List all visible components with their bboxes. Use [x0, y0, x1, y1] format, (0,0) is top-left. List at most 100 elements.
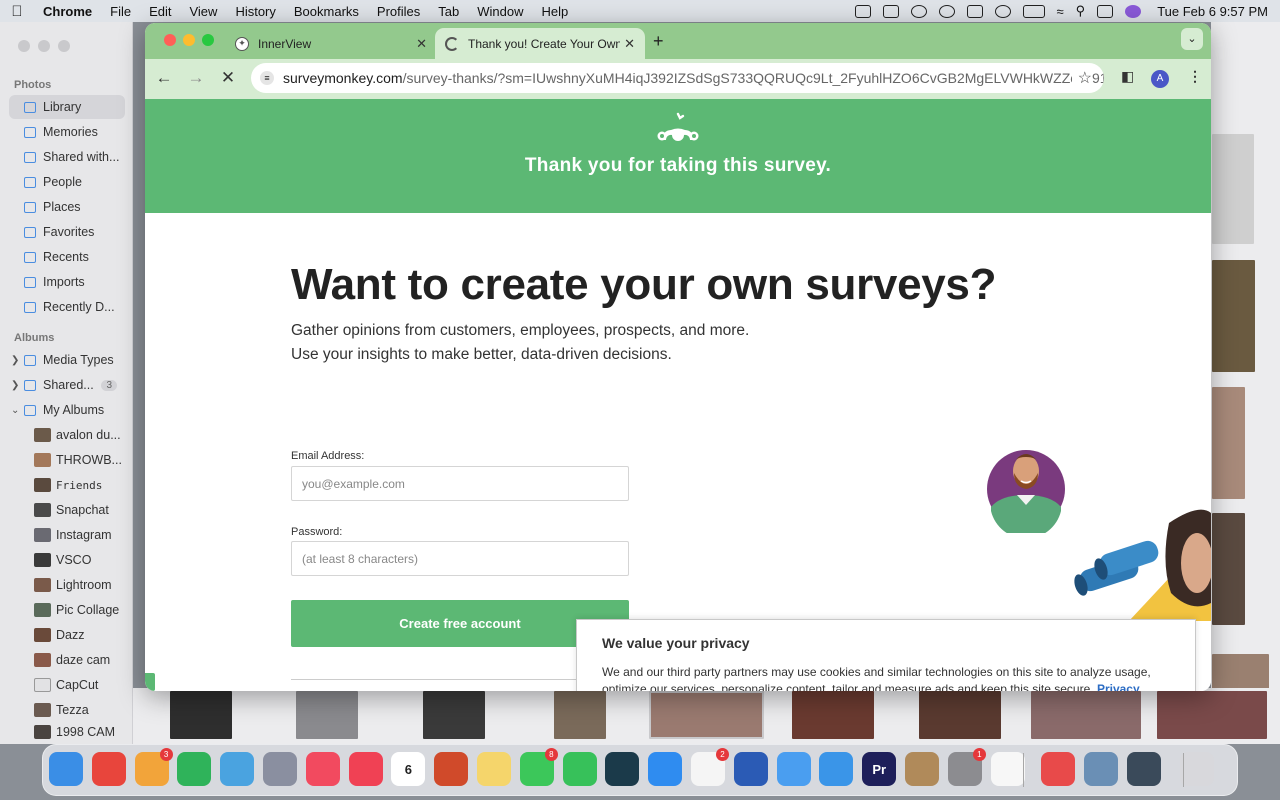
chrome-menu-icon[interactable]: ⋮: [1188, 68, 1202, 85]
powerpoint-dock-icon[interactable]: [434, 752, 469, 786]
safari-dock-icon[interactable]: [819, 752, 854, 786]
menu-profiles[interactable]: Profiles: [368, 4, 429, 19]
album-group-shared[interactable]: ❯ Shared... 3: [0, 373, 133, 397]
news-dock-icon[interactable]: [348, 752, 383, 786]
trash-dock-icon[interactable]: [1179, 752, 1214, 786]
album-item[interactable]: daze cam: [0, 648, 133, 672]
album-item[interactable]: Tezza: [0, 698, 133, 722]
close-tab-icon[interactable]: ✕: [620, 36, 635, 52]
photos-dock-icon[interactable]: 3: [134, 748, 173, 786]
photo-thumbnail[interactable]: [1157, 691, 1267, 739]
reminders-dock-icon[interactable]: 2: [691, 748, 729, 786]
album-group-my-albums[interactable]: ⌄ My Albums: [0, 398, 133, 422]
menu-view[interactable]: View: [180, 4, 226, 19]
zoom-window-icon[interactable]: [202, 34, 214, 46]
sidebar-item-people[interactable]: People: [0, 170, 133, 194]
photo-thumbnail[interactable]: [1031, 691, 1141, 739]
numbers-dock-icon[interactable]: [177, 752, 212, 786]
apple-menu-icon[interactable]: : [0, 3, 34, 20]
tab-surveymonkey[interactable]: Thank you! Create Your Own ✕: [435, 28, 645, 59]
album-item[interactable]: Friends: [0, 473, 133, 497]
menu-help[interactable]: Help: [533, 4, 578, 19]
screen-icon[interactable]: [966, 4, 983, 18]
sidebar-item-favorites[interactable]: Favorites: [0, 220, 133, 244]
notes-dock-icon[interactable]: [477, 752, 511, 786]
photo-thumbnail-selected[interactable]: [649, 691, 764, 739]
menu-bookmarks[interactable]: Bookmarks: [285, 4, 368, 19]
facetime-dock-icon[interactable]: [562, 752, 597, 786]
photo-thumbnail[interactable]: [1212, 513, 1245, 625]
user-status-icon[interactable]: [994, 4, 1011, 18]
sidebar-item-shared[interactable]: Shared with...: [0, 145, 133, 169]
sidebar-item-recently-deleted[interactable]: Recently D...: [0, 295, 133, 319]
sidebar-item-recents[interactable]: Recents: [0, 245, 133, 269]
preview-dock-icon[interactable]: [1084, 752, 1119, 786]
grammarly-icon[interactable]: [910, 4, 927, 18]
photo-thumbnail[interactable]: [296, 691, 358, 739]
side-panel-icon[interactable]: ◧: [1121, 68, 1134, 85]
messages-dock-icon[interactable]: 8: [519, 748, 558, 786]
password-field[interactable]: [291, 541, 629, 576]
close-icon[interactable]: [18, 40, 30, 52]
sidebar-item-memories[interactable]: Memories: [0, 120, 133, 144]
sidebar-item-library[interactable]: Library: [9, 95, 125, 119]
word-dock-icon[interactable]: [733, 752, 768, 786]
album-item[interactable]: 1998 CAM: [0, 720, 133, 744]
system-settings-dock-icon[interactable]: 1: [947, 748, 986, 786]
tab-innerview[interactable]: ✦ InnerView ✕: [225, 28, 437, 59]
finder-dock-icon[interactable]: [49, 752, 83, 786]
dashlane-dock-icon[interactable]: [605, 752, 640, 786]
creative-cloud-status-icon[interactable]: [938, 4, 955, 18]
bookmark-star-icon[interactable]: ☆: [1071, 68, 1092, 88]
music-dock-icon[interactable]: [305, 752, 340, 786]
photo-thumbnail[interactable]: [1212, 260, 1255, 372]
album-item[interactable]: Pic Collage: [0, 598, 133, 622]
photo-thumbnail[interactable]: [1212, 134, 1254, 244]
launchpad-dock-icon[interactable]: [263, 752, 297, 786]
menu-tab[interactable]: Tab: [429, 4, 468, 19]
menu-file[interactable]: File: [101, 4, 140, 19]
sidebar-item-imports[interactable]: Imports: [0, 270, 133, 294]
zoom-icon[interactable]: [58, 40, 70, 52]
new-tab-button[interactable]: +: [653, 31, 664, 52]
album-item[interactable]: Dazz: [0, 623, 133, 647]
chevron-right-icon[interactable]: ❯: [11, 355, 19, 366]
email-field[interactable]: [291, 466, 629, 501]
chevron-right-icon[interactable]: ❯: [11, 380, 19, 391]
premiere-dock-icon[interactable]: Pr: [862, 752, 897, 786]
wifi-icon[interactable]: ≈: [1057, 4, 1064, 19]
photo-thumbnail[interactable]: [792, 691, 874, 739]
photo-thumbnail[interactable]: [919, 691, 1001, 739]
siri-icon[interactable]: [1125, 4, 1142, 18]
tab-search-button[interactable]: ⌄: [1181, 28, 1203, 50]
chevron-down-icon[interactable]: ⌄: [11, 405, 19, 416]
album-item[interactable]: Snapchat: [0, 498, 133, 522]
album-item[interactable]: VSCO: [0, 548, 133, 572]
menubar-clock[interactable]: Tue Feb 6 9:57 PM: [1157, 4, 1268, 19]
album-item[interactable]: THROWB...: [0, 448, 133, 472]
address-bar[interactable]: ≡ surveymonkey.com/survey-thanks/?sm=IUw…: [251, 63, 1104, 93]
album-item[interactable]: avalon du...: [0, 423, 133, 447]
menu-history[interactable]: History: [226, 4, 284, 19]
quicktime-dock-icon[interactable]: [1127, 752, 1161, 786]
privacy-link[interactable]: Privacy: [1097, 682, 1140, 691]
mail-dock-icon[interactable]: [776, 752, 811, 786]
album-item[interactable]: CapCut: [0, 673, 133, 697]
minimize-icon[interactable]: [38, 40, 50, 52]
close-tab-icon[interactable]: ✕: [416, 36, 427, 52]
drive-status-icon[interactable]: [882, 4, 899, 18]
photo-thumbnail[interactable]: [554, 691, 606, 739]
stop-loading-icon[interactable]: ✕: [218, 68, 238, 88]
status-app-icon[interactable]: [854, 4, 871, 18]
spotlight-icon[interactable]: ⚲: [1076, 3, 1086, 19]
profile-avatar[interactable]: A: [1151, 70, 1169, 88]
battery-icon[interactable]: [1022, 4, 1045, 18]
app-store-dock-icon[interactable]: [648, 752, 683, 786]
minimize-window-icon[interactable]: [183, 34, 195, 46]
photo-thumbnail[interactable]: [170, 691, 232, 739]
menu-window[interactable]: Window: [468, 4, 532, 19]
back-arrow-icon[interactable]: ←: [154, 68, 174, 88]
menu-app-name[interactable]: Chrome: [34, 4, 101, 19]
photo-thumbnail[interactable]: [1212, 387, 1245, 499]
creative-cloud-dock-icon[interactable]: [1041, 752, 1076, 786]
